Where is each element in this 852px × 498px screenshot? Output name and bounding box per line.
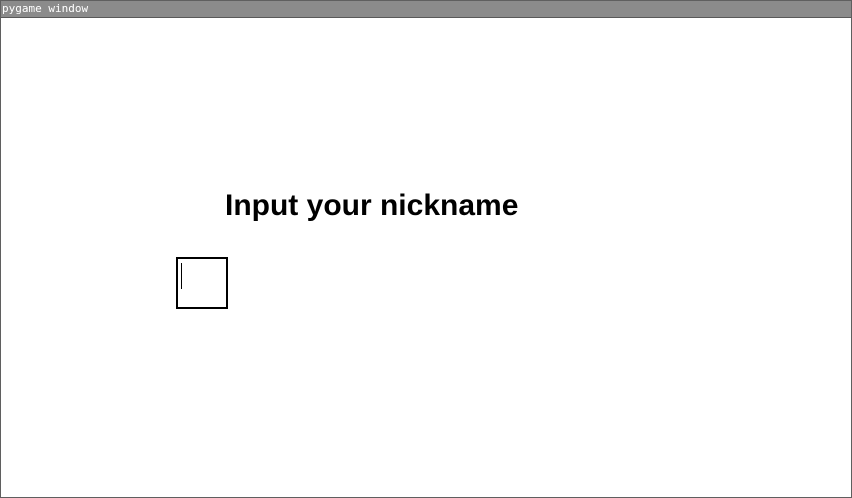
nickname-input[interactable]: [176, 257, 228, 309]
nickname-prompt: Input your nickname: [225, 189, 519, 222]
pygame-window: pygame window Input your nickname: [0, 0, 852, 498]
game-canvas[interactable]: Input your nickname: [1, 18, 851, 497]
window-titlebar[interactable]: pygame window: [1, 1, 851, 18]
text-caret: [181, 263, 182, 289]
window-title: pygame window: [2, 2, 89, 15]
